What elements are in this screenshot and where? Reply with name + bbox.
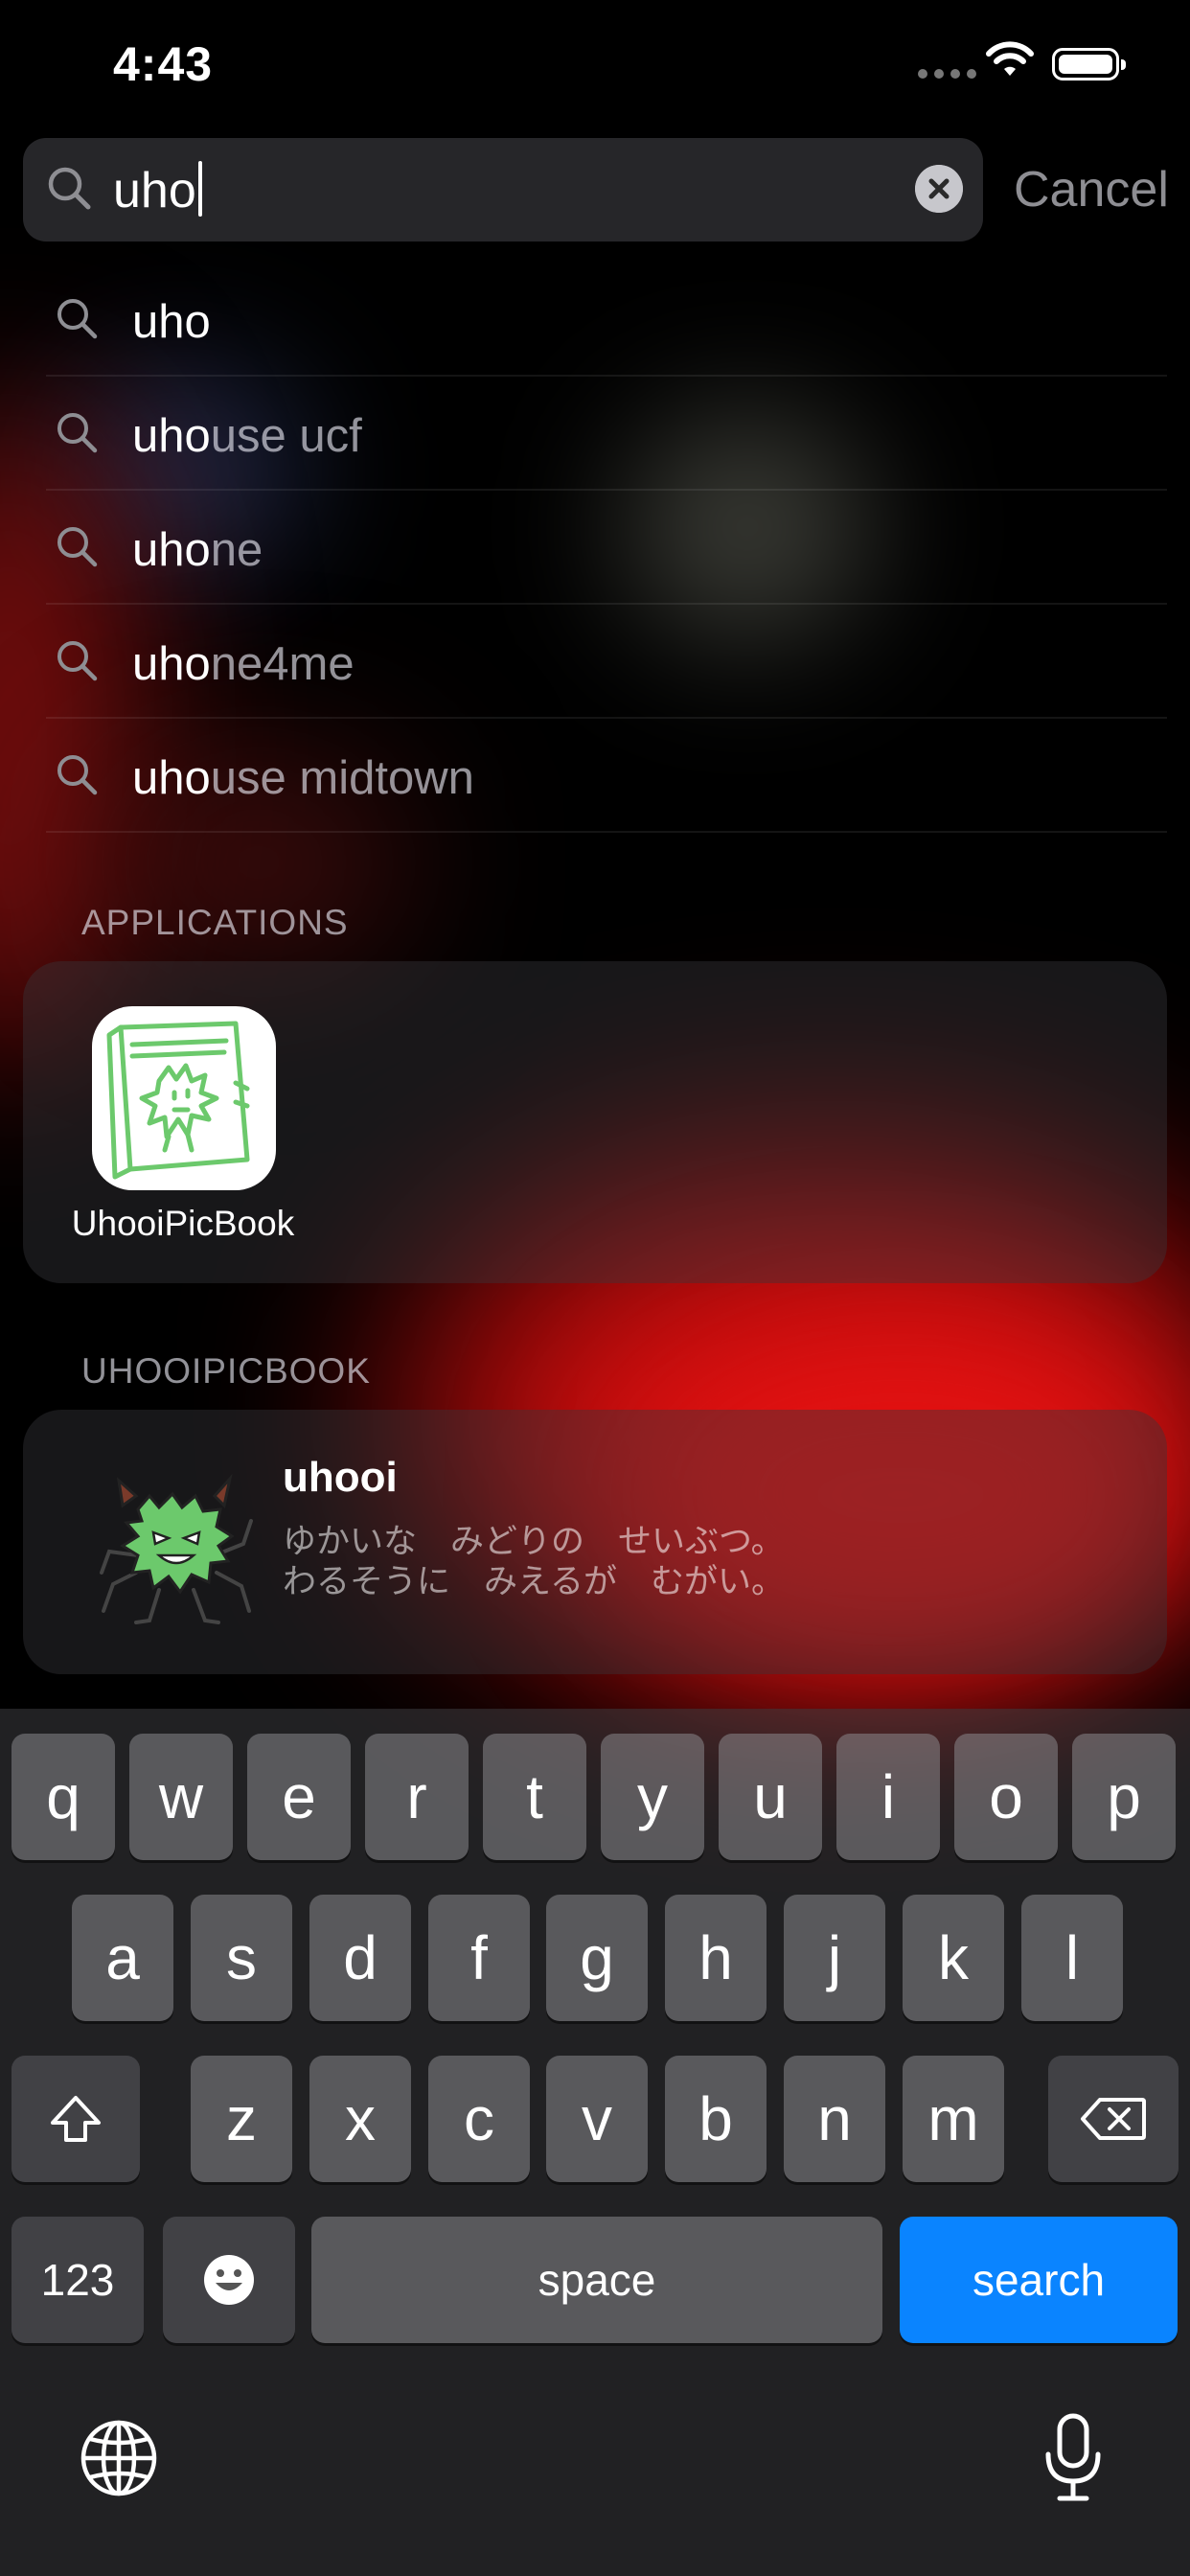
uhooi-book-icon [106,1021,250,1180]
cellular-signal-icon [918,69,976,79]
text-caret [197,161,202,217]
suggestion-match-text: uho [132,296,211,348]
key-a[interactable]: a [72,1895,173,2021]
suggestion-rest-text: use midtown [210,752,474,804]
search-input[interactable]: uho [23,138,983,242]
key-e[interactable]: e [247,1734,351,1860]
suggestion-rest-text: ne [210,524,263,576]
key-x[interactable]: x [309,2056,411,2182]
shift-key[interactable] [11,2056,140,2182]
key-o[interactable]: o [954,1734,1058,1860]
search-icon [48,167,91,210]
globe-icon[interactable] [79,2418,159,2498]
key-n[interactable]: n [784,2056,885,2182]
search-icon [57,527,98,567]
shift-icon [51,2096,101,2142]
app-results-section-header: UHOOIPICBOOK [81,1351,371,1391]
key-f[interactable]: f [428,1895,530,2021]
key-v[interactable]: v [546,2056,648,2182]
key-j[interactable]: j [784,1895,885,2021]
key-p[interactable]: p [1072,1734,1176,1860]
clear-search-button[interactable] [915,165,963,213]
suggestion-rest-text: ne4me [210,638,355,690]
key-g[interactable]: g [546,1895,648,2021]
space-key[interactable]: space [311,2217,882,2343]
result-title: uhooi [283,1454,398,1501]
result-subtitle: ゆかいな みどりの せいぶつ。 わるそうに みえるが むがい。 [283,1522,785,1602]
suggestion-match-text: uho [132,752,211,804]
search-icon [57,641,98,681]
emoji-icon [204,2255,254,2305]
backspace-icon [1081,2098,1146,2140]
status-time: 4:43 [113,37,214,91]
key-k[interactable]: k [903,1895,1004,2021]
emoji-key[interactable] [163,2217,295,2343]
microphone-icon[interactable] [1042,2412,1104,2504]
search-suggestion[interactable]: uho [46,263,1167,377]
key-t[interactable]: t [483,1734,586,1860]
key-q[interactable]: q [11,1734,115,1860]
app-name-label: UhooiPicBook [71,1204,295,1243]
search-suggestion[interactable]: uhone4me [46,605,1167,719]
key-i[interactable]: i [836,1734,940,1860]
result-subtitle-line2: わるそうに みえるが むがい。 [283,1563,785,1601]
key-u[interactable]: u [719,1734,822,1860]
cancel-button[interactable]: Cancel [1014,161,1169,218]
suggestion-match-text: uho [132,524,211,576]
delete-key[interactable] [1048,2056,1179,2182]
key-r[interactable]: r [365,1734,469,1860]
key-d[interactable]: d [309,1895,411,2021]
search-suggestion[interactable]: uhouse ucf [46,377,1167,491]
divider [46,831,1167,833]
wifi-icon [986,41,1034,76]
keyboard: q w e r t y u i o p a s d f g h j k l z … [0,1709,1190,2576]
key-w[interactable]: w [129,1734,233,1860]
key-s[interactable]: s [191,1895,292,2021]
search-key[interactable]: search [900,2217,1178,2343]
key-c[interactable]: c [428,2056,530,2182]
uhooi-monster-icon [100,1473,253,1624]
battery-icon [1052,48,1126,80]
search-query-text: uho [113,163,196,218]
key-b[interactable]: b [665,2056,767,2182]
suggestion-match-text: uho [132,638,211,690]
key-z[interactable]: z [191,2056,292,2182]
search-icon [57,299,98,339]
applications-section-header: APPLICATIONS [81,903,349,942]
search-suggestion[interactable]: uhouse midtown [46,719,1167,833]
key-l[interactable]: l [1021,1895,1123,2021]
suggestion-match-text: uho [132,410,211,462]
search-icon [57,755,98,795]
key-m[interactable]: m [903,2056,1004,2182]
suggestion-rest-text: use ucf [210,410,362,462]
result-subtitle-line1: ゆかいな みどりの せいぶつ。 [283,1523,785,1561]
search-suggestion[interactable]: uhone [46,491,1167,605]
numbers-key[interactable]: 123 [11,2217,144,2343]
search-icon [57,413,98,453]
key-h[interactable]: h [665,1895,767,2021]
app-icon-button[interactable] [92,1006,276,1190]
key-y[interactable]: y [601,1734,704,1860]
